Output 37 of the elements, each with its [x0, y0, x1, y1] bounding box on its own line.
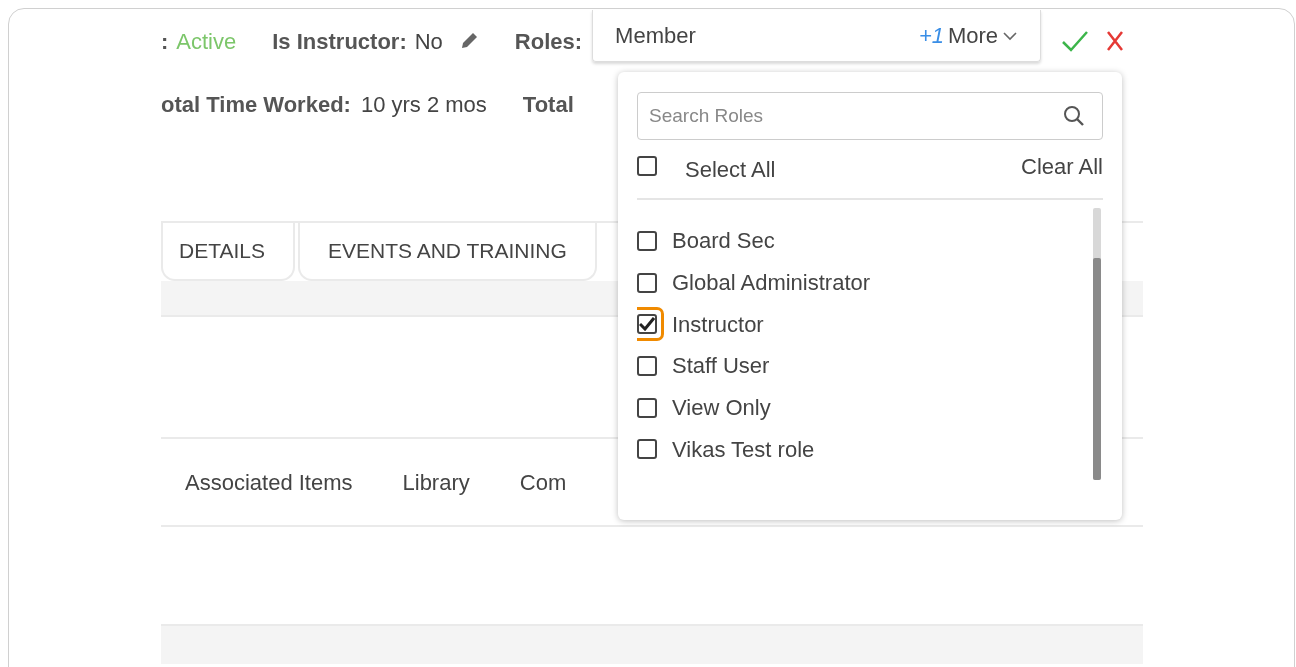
role-option[interactable]: Board Sec — [672, 224, 775, 258]
clear-all-link[interactable]: Clear All — [1021, 149, 1103, 183]
role-option[interactable]: Instructor — [672, 307, 764, 341]
tab[interactable]: DETAILS — [161, 223, 295, 281]
count-text: +1 — [918, 22, 944, 50]
time-worked-value: 10 yrs 2 mos — [360, 90, 487, 119]
more-label: More — [947, 22, 999, 50]
tab[interactable]: Associated Items — [185, 465, 353, 499]
roles-label: Roles: — [514, 27, 583, 56]
role-option[interactable]: Global Administrator — [672, 266, 871, 300]
select-all-label[interactable]: Select All — [685, 152, 1022, 186]
status-label: : — [161, 27, 169, 56]
check-icon[interactable] — [1061, 30, 1090, 52]
checkbox[interactable] — [637, 230, 657, 251]
close-icon[interactable] — [1105, 30, 1126, 52]
total-label: Total — [522, 90, 574, 119]
checkbox[interactable] — [637, 355, 657, 376]
instructor-value: No — [414, 27, 443, 56]
tab[interactable]: Com — [519, 465, 567, 499]
role-option[interactable]: Staff User — [672, 349, 770, 383]
checkbox[interactable] — [637, 439, 657, 460]
tab[interactable]: EVENTS AND TRAINING — [297, 223, 597, 281]
roles-select[interactable]: Member +1 More — [592, 10, 1042, 62]
chevron-down-icon — [1002, 30, 1019, 41]
checkbox[interactable] — [637, 156, 657, 176]
checkbox[interactable] — [637, 314, 657, 335]
checkbox[interactable] — [637, 397, 657, 418]
instructor-label: Is Instructor: — [272, 27, 407, 56]
status-value: Active — [176, 27, 237, 56]
search-field[interactable]: Search Roles — [637, 92, 1103, 140]
role-option[interactable]: View Only — [672, 391, 771, 425]
scrollbar-thumb[interactable] — [1093, 258, 1101, 480]
checkbox[interactable] — [637, 272, 657, 293]
time-worked-label: otal Time Worked: — [161, 90, 351, 119]
search-icon — [1063, 105, 1085, 127]
role-option[interactable]: Vikas Test role — [672, 432, 815, 466]
tab[interactable]: Library — [402, 465, 470, 499]
